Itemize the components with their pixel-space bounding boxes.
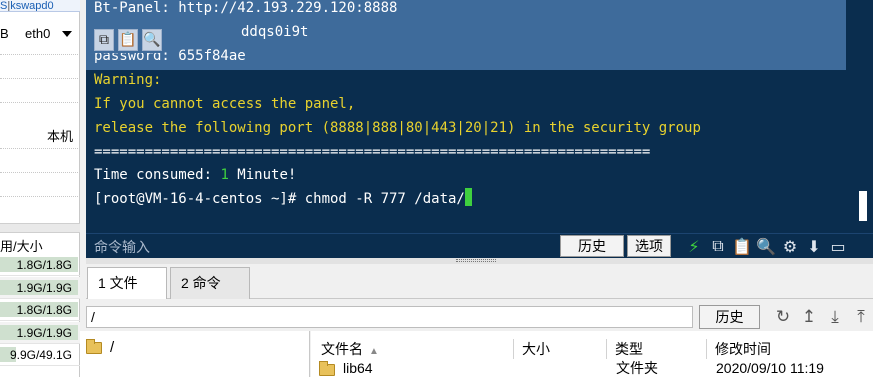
terminal-toolbar: ⚡ ⧉ 📋 🔍 ⚙ ⬇ ▭ <box>684 234 848 258</box>
splitter-grip[interactable] <box>456 259 496 262</box>
command-bar: 命令输入 历史 选项 ⚡ ⧉ 📋 🔍 ⚙ ⬇ ▭ <box>86 233 873 258</box>
net-unit: B <box>0 26 9 41</box>
file-list: 文件名 ▲ 大小 类型 修改时间 lib64 文件夹 2020/09/10 11:… <box>311 331 873 377</box>
disk-usage-label: 1.8G/1.8G <box>16 258 72 272</box>
window-icon[interactable]: ▭ <box>828 237 848 256</box>
column-header-size[interactable]: 大小 <box>513 339 607 359</box>
terminal-line: ========================================… <box>94 144 651 160</box>
selection-toolbar: ⧉ 📋 🔍 <box>94 29 162 53</box>
net-interface-select[interactable]: eth0 <box>25 24 50 44</box>
tab-commands[interactable]: 2 命令 <box>170 267 250 299</box>
folder-icon <box>319 361 335 377</box>
time-prefix: Time consumed: <box>94 167 221 183</box>
copy-icon[interactable]: ⧉ <box>708 236 728 256</box>
column-label: 文件名 <box>321 341 363 357</box>
path-input[interactable]: / <box>86 306 693 328</box>
search-icon[interactable]: 🔍 <box>142 29 162 51</box>
left-sidebar: S|kswapd0 B eth0 本机 用/大小 1.8G/1.8G 1.9G/1… <box>0 0 80 377</box>
divider <box>0 78 80 79</box>
time-suffix: Minute! <box>228 167 297 183</box>
disk-row: 1.8G/1.8G <box>0 254 80 276</box>
disk-row: 1.9G/1.9G <box>0 276 80 299</box>
divider <box>0 102 80 103</box>
text-cursor <box>464 188 472 206</box>
file-type: 文件夹 <box>616 360 658 376</box>
refresh-icon[interactable]: ↻ <box>771 305 795 329</box>
disk-usage-label: 1.9G/1.9G <box>16 280 72 295</box>
network-row: B eth0 <box>0 24 80 44</box>
divider <box>0 196 80 197</box>
column-header-name[interactable]: 文件名 ▲ <box>313 339 513 359</box>
file-name: lib64 <box>343 360 373 376</box>
divider <box>0 148 80 149</box>
command-input[interactable]: 命令输入 <box>94 237 150 257</box>
local-host-label: 本机 <box>46 129 73 144</box>
terminal-line: If you cannot access the panel, <box>94 96 356 112</box>
divider <box>0 54 80 55</box>
search-icon[interactable]: 🔍 <box>756 237 776 256</box>
file-row[interactable]: lib64 文件夹 2020/09/10 11:19 <box>311 359 873 377</box>
directory-tree: / <box>80 331 310 377</box>
terminal-line: Bt-Panel: http://42.193.229.120:8888 <box>94 0 398 16</box>
download-icon[interactable]: ⬇ <box>804 237 824 256</box>
process-row: S|kswapd0 <box>0 0 80 12</box>
column-header-modified[interactable]: 修改时间 <box>706 339 873 359</box>
disk-header: 用/大小 <box>0 239 43 254</box>
paste-icon[interactable]: 📋 <box>732 237 752 256</box>
file-modified: 2020/09/10 11:19 <box>716 360 824 376</box>
paste-icon[interactable]: 📋 <box>118 29 138 51</box>
disk-row: 1.8G/1.8G <box>0 299 80 321</box>
disk-usage-label: 1.9G/1.9G <box>16 325 72 340</box>
terminal-scrollbar-thumb[interactable] <box>859 191 867 221</box>
sort-ascending-icon: ▲ <box>369 346 379 357</box>
terminal-prompt-line: [root@VM-16-4-centos ~]# chmod -R 777 /d… <box>94 188 472 211</box>
tree-root-label: / <box>110 339 115 356</box>
terminal-line: Warning: <box>94 72 162 88</box>
upload-icon[interactable]: ⤒ <box>849 305 873 329</box>
time-value: 1 <box>220 167 229 183</box>
options-button[interactable]: 选项 <box>627 235 671 257</box>
lightning-icon[interactable]: ⚡ <box>684 237 704 256</box>
terminal[interactable]: Bt-Panel: http://42.193.229.120:8888 ddq… <box>86 0 873 233</box>
history-button[interactable]: 历史 <box>560 235 624 257</box>
chevron-down-icon[interactable] <box>62 31 72 37</box>
terminal-line: Time consumed: 1 Minute! <box>94 164 296 187</box>
column-header-type[interactable]: 类型 <box>606 339 706 359</box>
disk-row: 9.9G/49.1G <box>0 344 80 366</box>
disk-row: 1.9G/1.9G <box>0 321 80 344</box>
path-history-button[interactable]: 历史 <box>699 305 760 329</box>
process-name: kswapd0 <box>10 0 54 12</box>
download-icon[interactable]: ⤓ <box>823 305 847 329</box>
copy-icon[interactable]: ⧉ <box>94 29 114 51</box>
prompt-text: [root@VM-16-4-centos ~]# chmod -R 777 /d… <box>94 191 465 207</box>
disk-usage-label: 1.8G/1.8G <box>16 303 72 317</box>
tree-root-item[interactable]: / <box>86 338 115 356</box>
tab-files[interactable]: 1 文件 <box>87 267 167 300</box>
gear-icon[interactable]: ⚙ <box>780 237 800 256</box>
terminal-line: ddqs0i9t <box>241 24 309 40</box>
panel-gap <box>0 223 80 233</box>
folder-icon <box>86 338 102 354</box>
up-directory-icon[interactable]: ↥ <box>797 305 821 329</box>
terminal-line: release the following port (8888|888|80|… <box>94 120 701 136</box>
divider <box>0 172 80 173</box>
path-row: / 历史 ↻ ↥ ⤓ ⤒ <box>86 299 873 331</box>
bottom-tabs: 1 文件 2 命令 <box>86 264 873 300</box>
file-toolbar: ↻ ↥ ⤓ ⤒ <box>771 305 873 329</box>
disk-usage-label: 9.9G/49.1G <box>9 348 72 362</box>
